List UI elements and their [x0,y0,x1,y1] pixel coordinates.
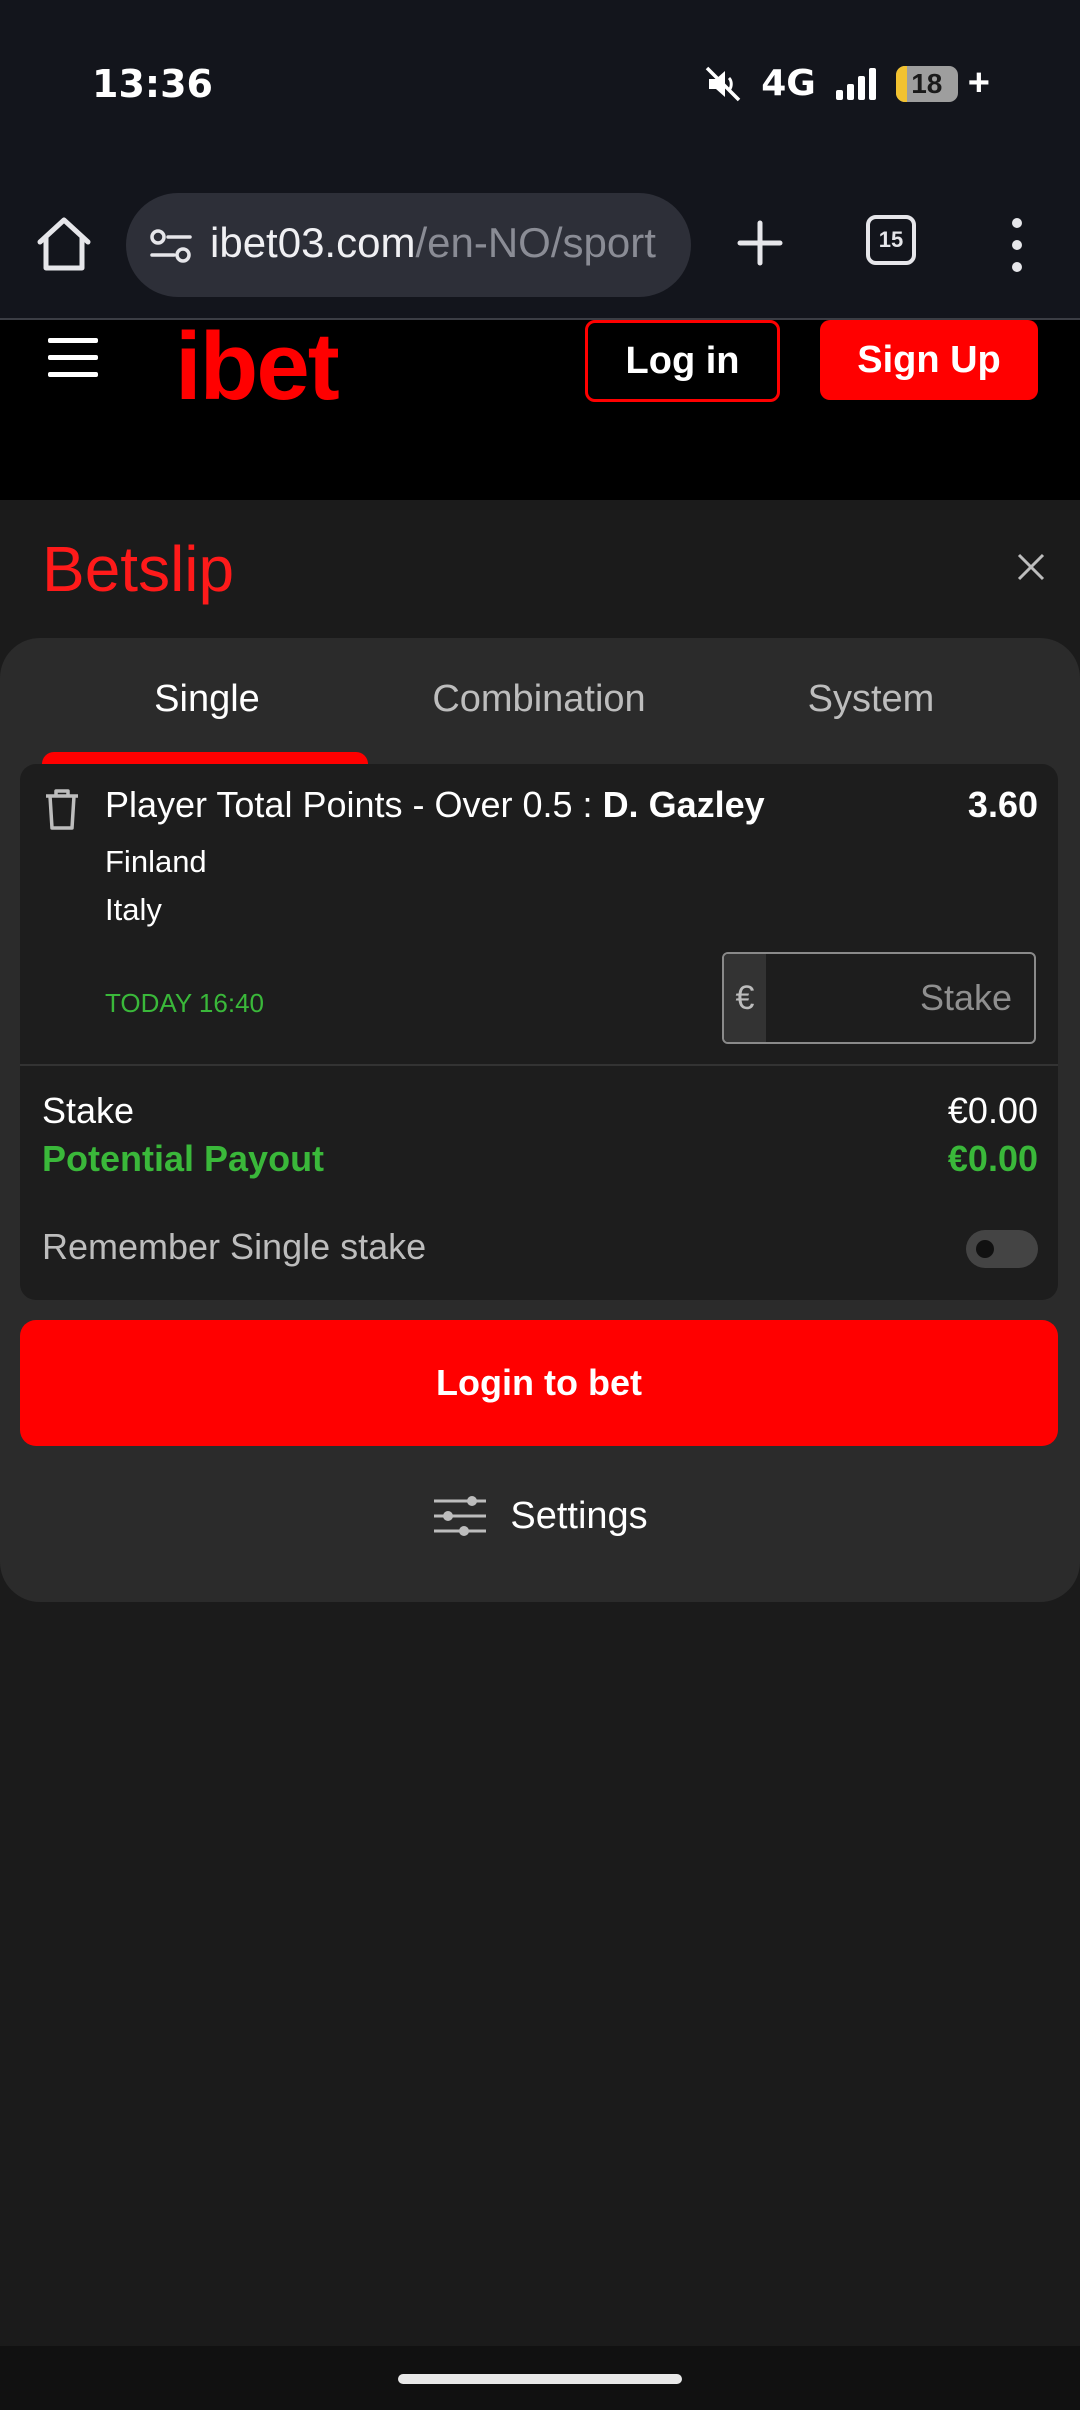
signup-button[interactable]: Sign Up [820,320,1038,400]
signal-icon [835,67,876,100]
system-nav-bar [0,2346,1080,2410]
tab-single[interactable]: Single [42,678,372,721]
address-bar[interactable]: ibet03.com/en-NO/sport [126,193,691,297]
trash-icon[interactable] [42,786,82,832]
login-to-bet-button[interactable]: Login to bet [20,1320,1058,1446]
settings-sliders-icon [434,1496,487,1536]
mute-icon [705,66,741,101]
status-icons: 4G 18 + [703,62,990,105]
stake-input[interactable]: € Stake [722,952,1036,1044]
network-type: 4G [761,63,816,104]
url-text[interactable]: ibet03.com/en-NO/sport [210,219,656,267]
market-name: Player Total Points - Over 0.5 : D. Gazl… [105,784,765,826]
market-label: Player Total Points - Over 0.5 : [105,784,603,825]
url-domain: ibet03.com [210,219,416,266]
close-icon[interactable] [1016,552,1046,582]
team-home: Finland [105,844,207,879]
battery-icon: 18 [895,65,958,102]
active-tab-indicator [42,752,368,764]
betslip-panel: Single Combination System Player Total P… [0,638,1080,1602]
home-icon[interactable] [30,210,98,278]
settings-label: Settings [510,1494,648,1537]
tab-combination[interactable]: Combination [374,678,704,721]
new-tab-icon[interactable] [730,213,790,273]
bet-selection-card: Player Total Points - Over 0.5 : D. Gazl… [20,764,1058,1300]
charging-icon: + [967,62,990,104]
odds-value: 3.60 [967,784,1038,825]
home-gesture-handle[interactable] [398,2374,682,2384]
browser-toolbar: ibet03.com/en-NO/sport 15 [0,175,1080,320]
site-header: ibet Log in Sign Up [0,313,1080,500]
event-time: TODAY 16:40 [105,988,264,1018]
tab-system[interactable]: System [706,678,1036,721]
remember-stake-label: Remember Single stake [42,1226,427,1267]
settings-button[interactable]: Settings [0,1486,1080,1546]
stake-currency: € [724,954,766,1042]
battery-level: 18 [911,67,943,99]
remember-stake-toggle[interactable] [966,1230,1038,1268]
player-name: D. Gazley [602,784,765,825]
site-settings-icon[interactable] [148,223,194,269]
stake-label: Stake [42,1090,135,1131]
ibet-logo[interactable]: ibet [175,312,340,422]
stake-placeholder: Stake [919,977,1012,1018]
more-options-icon[interactable] [1000,213,1034,277]
tab-switcher-button[interactable]: 15 [866,215,916,265]
status-time: 13:36 [92,62,213,106]
login-button[interactable]: Log in [585,320,780,402]
payout-label: Potential Payout [42,1138,325,1179]
betslip-title: Betslip [42,533,235,605]
url-path: /en-NO/sport [415,219,656,266]
divider [20,1064,1058,1066]
payout-value: €0.00 [947,1138,1038,1179]
status-bar: 13:36 4G 18 + [0,0,1080,175]
toggle-knob [976,1240,994,1258]
hamburger-menu-icon[interactable] [48,338,98,378]
team-away: Italy [105,892,162,927]
stake-value: €0.00 [947,1090,1038,1131]
